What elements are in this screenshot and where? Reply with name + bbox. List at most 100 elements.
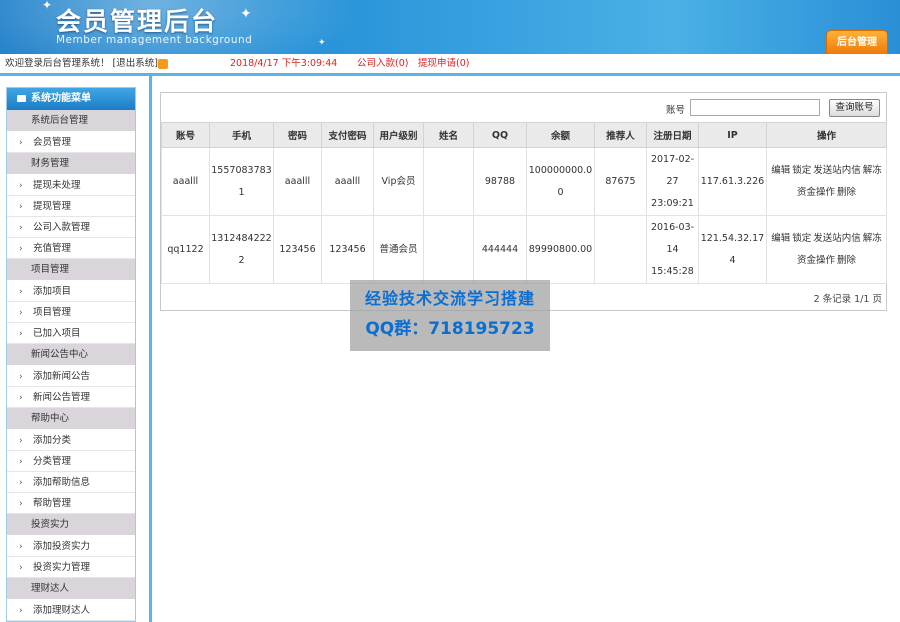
sound-icon[interactable] (158, 59, 168, 69)
table-header-row: 账号 手机 密码 支付密码 用户级别 姓名 QQ 余额 推荐人 注册日期 IP 操作 (161, 122, 887, 148)
sidebar-item-label: 新闻公告管理 (33, 392, 91, 403)
sidebar-item[interactable]: › 帮助管理 (7, 493, 135, 514)
member-table: 账号 手机 密码 支付密码 用户级别 姓名 QQ 余额 推荐人 注册日期 IP 操作 aaalll 15… (161, 122, 887, 284)
table-cell: 98788 (473, 147, 527, 216)
action-link[interactable]: 删除 (837, 187, 856, 198)
sidebar-group[interactable]: 财务管理 (7, 153, 135, 175)
sidebar-item-label: 公司入款管理 (33, 222, 91, 233)
sidebar-group[interactable]: 投资实力 (7, 514, 135, 536)
action-link[interactable]: 编辑 (771, 165, 790, 176)
action-link[interactable]: 资金操作 (797, 255, 835, 266)
sidebar-item[interactable]: › 新闻公告管理 (7, 387, 135, 408)
table-body: aaalll 15570837831 aaalll aaalll Vip会员 98788 1… (161, 147, 887, 284)
table-cell: 13124842222 (209, 215, 274, 284)
sidebar-item[interactable]: › 添加帮助信息 (7, 472, 135, 493)
column-header: 推荐人 (594, 122, 647, 148)
sidebar-item-label: 添加项目 (33, 286, 72, 297)
action-link[interactable]: 锁定 (792, 233, 811, 244)
sidebar-item[interactable]: › 添加分类 (7, 430, 135, 451)
sidebar-group[interactable]: 新闻公告中心 (7, 344, 135, 366)
table-cell: 2016-03- 14 15:45:28 (646, 215, 699, 284)
sidebar-item[interactable]: › 项目管理 (7, 302, 135, 323)
star-icon: ✦ (318, 38, 326, 48)
chevron-right-icon: › (19, 436, 23, 446)
sidebar-item[interactable]: › 充值管理 (7, 238, 135, 259)
withdrawal-requests-link[interactable]: 提现申请(0) (418, 54, 469, 74)
table-cell: 117.61.3.226 (698, 147, 767, 216)
table-cell (423, 215, 474, 284)
action-link[interactable]: 资金操作 (797, 187, 835, 198)
table-cell: aaalll (161, 147, 210, 216)
sidebar-item-label: 提现未处理 (33, 180, 81, 191)
sidebar-item-label: 添加理财达人 (33, 605, 91, 616)
table-cell: 89990800.00 (526, 215, 595, 284)
sidebar-menu: 系统功能菜单 系统后台管理 › 会员管理 财务管理 › 提现未处理 › 提现管理 › 公司入款管理… (6, 87, 136, 622)
sidebar-item[interactable]: › 投资实力管理 (7, 557, 135, 578)
watermark-line1: 经验技术交流学习搭建 (364, 289, 535, 308)
current-time: 2018/4/17 下午3:09:44 (230, 58, 338, 69)
sidebar-group[interactable]: 项目管理 (7, 259, 135, 281)
table-cell (423, 147, 474, 216)
action-link[interactable]: 解冻 (863, 165, 882, 176)
sidebar-item[interactable]: › 添加新闻公告 (7, 366, 135, 387)
chevron-right-icon: › (19, 329, 23, 339)
sidebar-title: 系统功能菜单 (7, 88, 135, 110)
sidebar-item-label: 已加入项目 (33, 328, 81, 339)
action-link[interactable]: 发送站内信 (813, 165, 861, 176)
sidebar-item[interactable]: › 添加理财达人 (7, 600, 135, 621)
search-account-button[interactable]: 查询账号 (829, 99, 880, 117)
table-cell: 87675 (594, 147, 647, 216)
sidebar-item-label: 添加分类 (33, 435, 72, 446)
sidebar-item-label: 项目管理 (33, 307, 72, 318)
table-cell: 123456 (273, 215, 322, 284)
sidebar-group[interactable]: 系统后台管理 (7, 110, 135, 132)
sidebar-item[interactable]: › 提现管理 (7, 196, 135, 217)
column-header: 余额 (526, 122, 595, 148)
row-actions: 编辑 锁定 发送站内信 解冻资金操作 删除 (766, 215, 887, 284)
column-header: 操作 (766, 122, 887, 148)
sidebar-group[interactable]: 理财达人 (7, 578, 135, 600)
action-link[interactable]: 解冻 (863, 233, 882, 244)
sidebar-group[interactable]: 帮助中心 (7, 408, 135, 430)
table-cell: 普通会员 (373, 215, 424, 284)
table-cell: aaalll (321, 147, 374, 216)
company-deposits-link[interactable]: 公司入款(0) (357, 54, 408, 74)
status-bar: 欢迎登录后台管理系统！ [退出系统] 2018/4/17 下午3:09:44 公… (0, 54, 900, 76)
sidebar-item[interactable]: › 添加投资实力 (7, 536, 135, 557)
account-search-input[interactable] (690, 99, 820, 116)
sidebar-item-label: 投资实力管理 (33, 562, 91, 573)
sidebar-item-label: 添加投资实力 (33, 541, 91, 552)
welcome-logout-link[interactable]: 欢迎登录后台管理系统！ [退出系统] (5, 54, 158, 74)
watermark-overlay: 经验技术交流学习搭建 QQ群：718195723 (350, 280, 550, 351)
sidebar-item[interactable]: › 添加项目 (7, 281, 135, 302)
column-header: QQ (473, 122, 527, 148)
column-header: 账号 (161, 122, 210, 148)
sidebar-item[interactable]: › 公司入款管理 (7, 217, 135, 238)
table-cell (594, 215, 647, 284)
table-cell: 15570837831 (209, 147, 274, 216)
member-list-panel: 账号 查询账号 账号 手机 密码 支付密码 用户级别 姓名 QQ 余额 推荐人 注册日期 IP 操作 … (160, 92, 887, 311)
action-link[interactable]: 锁定 (792, 165, 811, 176)
chevron-right-icon: › (19, 457, 23, 467)
header-banner: ✦ ✦ ✦ 会员管理后台 Member management backgroun… (0, 0, 900, 54)
sidebar-item[interactable]: › 已加入项目 (7, 323, 135, 344)
sidebar-item[interactable]: › 分类管理 (7, 451, 135, 472)
chevron-right-icon: › (19, 606, 23, 616)
sidebar-item[interactable]: › 会员管理 (7, 132, 135, 153)
chevron-right-icon: › (19, 181, 23, 191)
action-link[interactable]: 删除 (837, 255, 856, 266)
app-title: 会员管理后台 (56, 7, 219, 36)
column-header: 姓名 (423, 122, 474, 148)
action-link[interactable]: 发送站内信 (813, 233, 861, 244)
app-subtitle: Member management background (56, 34, 253, 46)
chevron-right-icon: › (19, 393, 23, 403)
chevron-right-icon: › (19, 499, 23, 509)
table-cell: aaalll (273, 147, 322, 216)
action-link[interactable]: 编辑 (771, 233, 790, 244)
table-cell: 2017-02- 27 23:09:21 (646, 147, 699, 216)
admin-tab[interactable]: 后台管理 (826, 30, 888, 54)
sidebar-item[interactable]: › 提现未处理 (7, 175, 135, 196)
search-label: 账号 (665, 105, 685, 116)
column-header: 支付密码 (321, 122, 374, 148)
chevron-right-icon: › (19, 244, 23, 254)
